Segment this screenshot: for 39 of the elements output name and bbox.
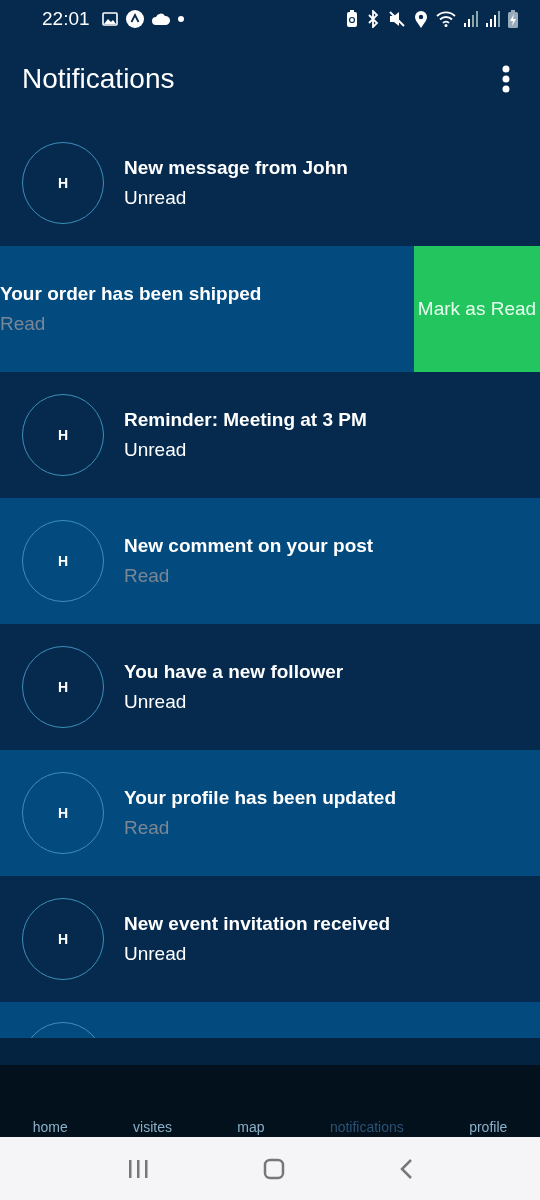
notification-title: New comment on your post (124, 535, 375, 557)
battery-saver-icon (346, 10, 358, 28)
notification-status: Unread (124, 187, 188, 209)
bluetooth-icon (366, 10, 380, 28)
status-time: 22:01 (42, 8, 90, 30)
nav-tab[interactable]: visites (125, 1119, 180, 1135)
cloud-icon (151, 13, 170, 25)
app-icon (125, 10, 144, 28)
signal-icon (464, 11, 478, 27)
battery-icon (508, 10, 518, 28)
location-icon (414, 10, 428, 28)
signal-icon (486, 11, 500, 27)
page-title: Notifications (22, 63, 176, 95)
gallery-icon (101, 12, 118, 26)
nav-tab[interactable]: home (24, 1119, 76, 1135)
notification-row[interactable]: H New comment on your post Read (0, 498, 540, 624)
notification-title: New message from John (124, 157, 349, 179)
notification-status: Unread (124, 943, 188, 965)
notification-title: Reminder: Meeting at 3 PM (124, 409, 368, 431)
wifi-icon (436, 11, 456, 27)
recent-apps-icon[interactable] (127, 1158, 149, 1179)
notification-title: You have a new follower (124, 661, 345, 683)
nav-tab[interactable]: profile (461, 1119, 516, 1135)
notification-row[interactable]: H Your profile has been updated Read (0, 750, 540, 876)
notification-title: Your order has been shipped (0, 283, 263, 305)
notification-title: New event invitation received (124, 913, 392, 935)
mute-icon (388, 10, 406, 28)
back-icon[interactable] (399, 1157, 413, 1180)
notification-row[interactable]: Your order has been shipped Read Mark as Read (0, 246, 540, 372)
notification-title: Your profile has been updated (124, 787, 397, 809)
more-options-icon[interactable] (502, 65, 510, 93)
notification-status: Unread (124, 439, 188, 461)
notification-status: Read (0, 313, 47, 335)
notification-status: Unread (124, 691, 188, 713)
dot-icon (177, 16, 184, 22)
nav-tab[interactable]: map (229, 1119, 273, 1135)
notification-status: Read (124, 817, 171, 839)
notification-status: Read (124, 565, 171, 587)
home-icon[interactable] (263, 1157, 285, 1180)
